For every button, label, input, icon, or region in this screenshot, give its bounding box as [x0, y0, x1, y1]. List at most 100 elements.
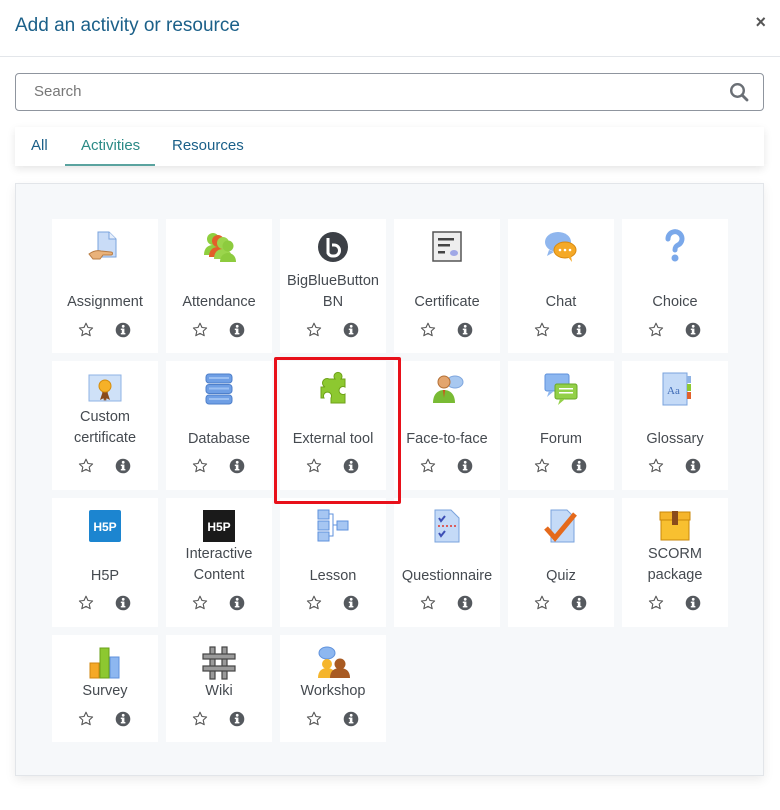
activity-card-custom-certificate[interactable]: Custom certificate	[52, 361, 158, 490]
questionnaire-icon	[429, 508, 465, 544]
tab-activities[interactable]: Activities	[81, 137, 140, 154]
glossary-icon: Aa	[657, 371, 693, 407]
tab-all[interactable]: All	[31, 137, 48, 154]
activity-name: Quiz	[546, 568, 576, 584]
activity-name: Questionnaire	[401, 568, 493, 584]
activity-card-choice[interactable]: Choice	[622, 219, 728, 353]
star-icon[interactable]	[420, 595, 436, 611]
activity-card-scorm[interactable]: SCORM package	[622, 498, 728, 627]
info-icon[interactable]	[571, 595, 587, 611]
activity-card-external-tool[interactable]: External tool	[280, 361, 386, 490]
activity-actions	[508, 458, 614, 478]
star-icon[interactable]	[420, 458, 436, 474]
activity-card-questionnaire[interactable]: Questionnaire	[394, 498, 500, 627]
dialog-title: Add an activity or resource	[15, 15, 240, 36]
info-icon[interactable]	[343, 711, 359, 727]
activity-actions	[52, 458, 158, 478]
star-icon[interactable]	[78, 595, 94, 611]
star-icon[interactable]	[192, 711, 208, 727]
info-icon[interactable]	[229, 458, 245, 474]
activity-card-attendance[interactable]: Attendance	[166, 219, 272, 353]
star-icon[interactable]	[534, 322, 550, 338]
search-icon[interactable]	[729, 82, 749, 102]
activity-card-certificate[interactable]: Certificate	[394, 219, 500, 353]
activity-actions	[280, 322, 386, 342]
activity-name: Survey	[82, 683, 128, 699]
activity-card-forum[interactable]: Forum	[508, 361, 614, 490]
activity-name: Choice	[652, 294, 698, 310]
star-icon[interactable]	[648, 458, 664, 474]
info-icon[interactable]	[115, 322, 131, 338]
info-icon[interactable]	[229, 711, 245, 727]
activity-card-face-to-face[interactable]: Face-to-face	[394, 361, 500, 490]
tab-resources[interactable]: Resources	[172, 137, 244, 154]
info-icon[interactable]	[343, 322, 359, 338]
activity-card-lesson[interactable]: Lesson	[280, 498, 386, 627]
activity-actions	[622, 322, 728, 342]
activity-actions	[52, 322, 158, 342]
star-icon[interactable]	[78, 458, 94, 474]
activity-actions	[52, 711, 158, 731]
activity-card-wiki[interactable]: Wiki	[166, 635, 272, 742]
activity-actions	[508, 322, 614, 342]
activity-card-workshop[interactable]: Workshop	[280, 635, 386, 742]
activity-name: Wiki	[205, 683, 233, 699]
close-icon[interactable]: ×	[755, 12, 766, 33]
activity-card-bigbluebutton[interactable]: BigBlueButton BN	[280, 219, 386, 353]
activity-card-survey[interactable]: Survey	[52, 635, 158, 742]
activity-card-h5p[interactable]: H5P H5P	[52, 498, 158, 627]
bigbluebutton-icon	[315, 229, 351, 265]
info-icon[interactable]	[685, 458, 701, 474]
activity-card-interactive-content[interactable]: H5P Interactive Content	[166, 498, 272, 627]
activity-card-database[interactable]: Database	[166, 361, 272, 490]
info-icon[interactable]	[115, 458, 131, 474]
star-icon[interactable]	[306, 458, 322, 474]
info-icon[interactable]	[457, 322, 473, 338]
star-icon[interactable]	[420, 322, 436, 338]
search-field[interactable]	[15, 73, 764, 111]
info-icon[interactable]	[685, 595, 701, 611]
chat-icon	[543, 229, 579, 265]
survey-icon	[87, 645, 123, 681]
star-icon[interactable]	[648, 595, 664, 611]
info-icon[interactable]	[115, 595, 131, 611]
activity-card-chat[interactable]: Chat	[508, 219, 614, 353]
star-icon[interactable]	[192, 458, 208, 474]
activity-actions	[52, 595, 158, 615]
activity-actions	[394, 458, 500, 478]
activity-card-assignment[interactable]: Assignment	[52, 219, 158, 353]
activity-name: H5P	[90, 568, 120, 584]
activity-card-glossary[interactable]: Aa Glossary	[622, 361, 728, 490]
star-icon[interactable]	[78, 322, 94, 338]
wiki-icon	[201, 645, 237, 681]
info-icon[interactable]	[343, 458, 359, 474]
star-icon[interactable]	[648, 322, 664, 338]
info-icon[interactable]	[685, 322, 701, 338]
star-icon[interactable]	[78, 711, 94, 727]
info-icon[interactable]	[343, 595, 359, 611]
star-icon[interactable]	[534, 595, 550, 611]
info-icon[interactable]	[229, 322, 245, 338]
star-icon[interactable]	[534, 458, 550, 474]
workshop-icon	[315, 645, 351, 681]
attendance-icon	[201, 229, 237, 265]
forum-icon	[543, 371, 579, 407]
svg-text:H5P: H5P	[207, 520, 230, 534]
info-icon[interactable]	[115, 711, 131, 727]
activity-card-quiz[interactable]: Quiz	[508, 498, 614, 627]
star-icon[interactable]	[306, 322, 322, 338]
info-icon[interactable]	[571, 322, 587, 338]
info-icon[interactable]	[229, 595, 245, 611]
info-icon[interactable]	[571, 458, 587, 474]
info-icon[interactable]	[457, 458, 473, 474]
activity-name: Workshop	[300, 683, 366, 699]
activity-name-line: certificate	[73, 430, 137, 446]
activity-actions	[166, 458, 272, 478]
activity-name: Certificate	[414, 294, 480, 310]
info-icon[interactable]	[457, 595, 473, 611]
star-icon[interactable]	[306, 711, 322, 727]
star-icon[interactable]	[306, 595, 322, 611]
star-icon[interactable]	[192, 322, 208, 338]
search-input[interactable]	[32, 82, 716, 101]
star-icon[interactable]	[192, 595, 208, 611]
